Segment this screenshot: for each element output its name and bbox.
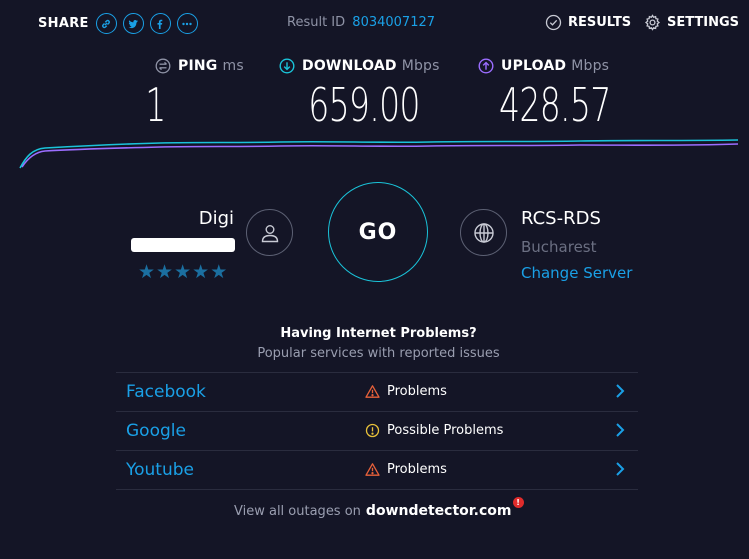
isp-name: Digi — [198, 208, 234, 229]
server-name: RCS-RDS — [521, 208, 601, 229]
go-button[interactable]: GO — [328, 182, 428, 282]
warning-triangle-icon — [365, 463, 380, 476]
downdetector-brand: downdetector.com — [365, 503, 512, 519]
upload-value: 428.57 — [499, 78, 611, 132]
service-status: Problems — [365, 462, 447, 477]
status-label: Problems — [387, 384, 447, 399]
status-label: Possible Problems — [387, 423, 504, 438]
upload-arrow-icon — [478, 58, 494, 74]
downdetector-link[interactable]: downdetector.com ! — [365, 497, 524, 519]
speed-graph — [19, 139, 739, 169]
result-id: Result ID 8034007127 — [287, 15, 435, 30]
star-icon[interactable]: ★ — [156, 262, 173, 282]
service-status: Possible Problems — [365, 423, 503, 438]
outages-footer: View all outages on downdetector.com ! — [234, 497, 524, 519]
outage-row-google[interactable]: Google Possible Problems — [116, 412, 638, 451]
more-icon[interactable] — [176, 13, 198, 34]
settings-label: SETTINGS — [667, 15, 740, 30]
download-graph-line — [19, 139, 739, 169]
download-label: DOWNLOAD — [302, 58, 397, 74]
upload-label: UPLOAD — [501, 58, 567, 74]
share-group: SHARE — [38, 13, 204, 34]
top-bar: SHARE Result ID 8034007127 RESULTS SETTI… — [0, 0, 749, 46]
ping-value: 1 — [145, 78, 166, 132]
star-icon[interactable]: ★ — [210, 262, 227, 282]
info-circle-icon — [365, 423, 380, 438]
warning-triangle-icon — [365, 385, 380, 398]
globe-icon[interactable] — [460, 209, 507, 256]
link-icon[interactable] — [95, 13, 117, 34]
download-arrow-icon — [279, 58, 295, 74]
ping-icon — [155, 58, 171, 74]
star-icon[interactable]: ★ — [138, 262, 155, 282]
redacted-ip-block — [131, 238, 235, 252]
ping-unit: ms — [222, 58, 244, 74]
gear-icon — [644, 14, 661, 31]
problems-title: Having Internet Problems? — [280, 326, 477, 341]
isp-rating[interactable]: ★ ★ ★ ★ ★ — [138, 262, 228, 282]
result-id-value[interactable]: 8034007127 — [352, 15, 435, 30]
upload-unit: Mbps — [571, 58, 610, 74]
alert-badge-icon: ! — [512, 497, 524, 508]
results-button[interactable]: RESULTS — [545, 14, 631, 31]
download-value: 659.00 — [308, 78, 420, 132]
results-label: RESULTS — [568, 15, 632, 30]
user-icon[interactable] — [246, 209, 293, 256]
outage-row-youtube[interactable]: Youtube Problems — [116, 451, 638, 490]
share-label: SHARE — [38, 16, 89, 31]
facebook-icon[interactable] — [149, 13, 171, 34]
chevron-right-icon[interactable] — [614, 383, 626, 399]
star-icon[interactable]: ★ — [174, 262, 191, 282]
star-icon[interactable]: ★ — [192, 262, 209, 282]
download-metric: DOWNLOAD Mbps 659.00 — [279, 58, 449, 132]
service-name[interactable]: Google — [126, 421, 186, 441]
ping-label: PING — [178, 58, 218, 74]
ping-metric: PING ms 1 — [145, 58, 250, 132]
outage-row-facebook[interactable]: Facebook Problems — [116, 373, 638, 412]
upload-metric: UPLOAD Mbps 428.57 — [478, 58, 628, 132]
service-name[interactable]: Youtube — [126, 460, 194, 480]
upload-graph-line — [21, 143, 739, 168]
change-server-link[interactable]: Change Server — [521, 264, 632, 282]
check-circle-icon — [545, 14, 562, 31]
result-id-label: Result ID — [287, 15, 346, 30]
outage-list: Facebook Problems Google Possible Proble… — [116, 372, 638, 490]
footer-text: View all outages on — [234, 504, 361, 519]
server-location: Bucharest — [521, 238, 597, 256]
service-status: Problems — [365, 384, 447, 399]
chevron-right-icon[interactable] — [614, 422, 626, 438]
settings-button[interactable]: SETTINGS — [644, 14, 739, 31]
problems-subtitle: Popular services with reported issues — [257, 346, 500, 361]
download-unit: Mbps — [401, 58, 440, 74]
status-label: Problems — [387, 462, 447, 477]
twitter-icon[interactable] — [122, 13, 144, 34]
service-name[interactable]: Facebook — [126, 382, 206, 402]
chevron-right-icon[interactable] — [614, 461, 626, 477]
